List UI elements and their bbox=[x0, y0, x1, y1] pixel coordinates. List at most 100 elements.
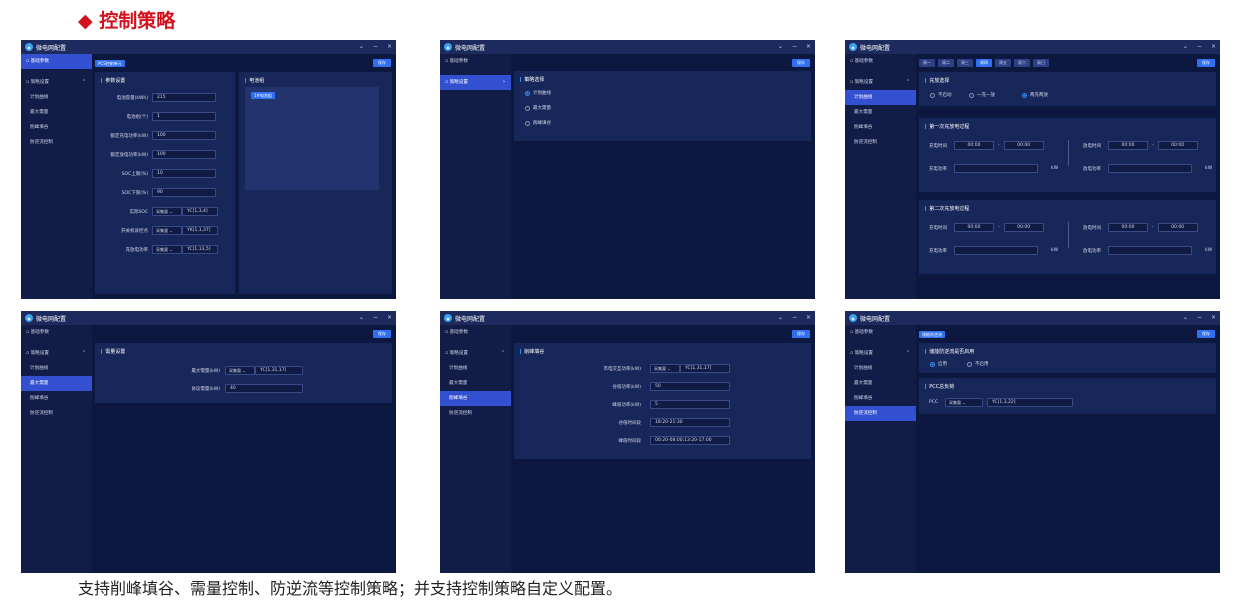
close-icon[interactable]: × bbox=[806, 314, 811, 322]
peak-power-input[interactable]: 5 bbox=[650, 400, 730, 409]
charge-power-input[interactable] bbox=[954, 164, 1038, 173]
tab-mon[interactable]: 周一 bbox=[919, 59, 935, 67]
battery-count-input[interactable]: 1 bbox=[152, 112, 216, 121]
source-select[interactable]: 采集量 ⌄ bbox=[152, 245, 182, 254]
sidebar-item-basic[interactable]: ▫ 基础参数 bbox=[845, 325, 916, 340]
valley-period-input[interactable]: 18:20-21:30 bbox=[650, 418, 730, 427]
sidebar-item-anti[interactable]: 防逆流控制 bbox=[845, 406, 916, 421]
minimize-icon[interactable]: − bbox=[792, 43, 797, 51]
discharge-power-input[interactable] bbox=[1108, 246, 1192, 255]
minimize-icon[interactable]: − bbox=[1197, 43, 1202, 51]
sidebar-item-strategy[interactable]: ▫ 策略设置 ⌃ bbox=[845, 75, 916, 90]
soc-upper-input[interactable]: 10 bbox=[152, 169, 216, 178]
source-select[interactable]: 采集量 ⌄ bbox=[225, 366, 255, 375]
switch-point-input[interactable]: YK[1,1,37] bbox=[182, 226, 218, 235]
radio-enable[interactable]: 启用 bbox=[930, 361, 947, 367]
close-icon[interactable]: × bbox=[806, 43, 811, 51]
charge-end-input[interactable]: 00:00 bbox=[1003, 141, 1044, 150]
discharge-start-input[interactable]: 00:00 bbox=[1108, 223, 1148, 232]
radio-plan[interactable]: 计划曲线 bbox=[525, 90, 551, 96]
sidebar-item-plan[interactable]: 计划曲线 bbox=[440, 361, 511, 376]
charge-power-input[interactable] bbox=[954, 246, 1038, 255]
rated-charge-input[interactable]: 100 bbox=[152, 131, 216, 140]
source-select[interactable]: 采集量 ⌄ bbox=[152, 226, 182, 235]
sidebar-item-anti[interactable]: 防逆流控制 bbox=[845, 135, 916, 150]
save-button[interactable]: 保存 bbox=[373, 330, 391, 338]
collapse-icon[interactable]: ⌄ bbox=[359, 43, 364, 51]
minimize-icon[interactable]: − bbox=[373, 43, 378, 51]
sidebar-item-basic[interactable]: ▫ 基础参数 bbox=[440, 54, 511, 69]
sidebar-item-demand[interactable]: 最大需量 bbox=[440, 376, 511, 391]
sidebar-item-strategy[interactable]: ▫ 策略设置 ⌃ bbox=[21, 346, 92, 361]
collapse-icon[interactable]: ⌄ bbox=[1183, 314, 1188, 322]
tab-tue[interactable]: 周二 bbox=[938, 59, 954, 67]
sidebar-item-strategy[interactable]: ▫ 策略设置 ⌃ bbox=[21, 75, 92, 90]
anti-reverse-tab[interactable]: 储能防逆流 bbox=[919, 331, 945, 338]
sidebar-item-basic[interactable]: ▫ 基础参数 bbox=[21, 325, 92, 340]
soc-lower-input[interactable]: 90 bbox=[152, 188, 216, 197]
save-button[interactable]: 保存 bbox=[1197, 330, 1215, 338]
pcs-unit-tab[interactable]: PCS控制单元 bbox=[95, 60, 125, 67]
sidebar-item-peak[interactable]: 削峰填谷 bbox=[440, 391, 511, 406]
sidebar-item-demand[interactable]: 最大需量 bbox=[21, 105, 92, 120]
tab-sat[interactable]: 周六 bbox=[1014, 59, 1030, 67]
radio-disable[interactable]: 不启用 bbox=[967, 361, 989, 367]
sidebar-item-basic[interactable]: ▫ 基础参数 bbox=[845, 54, 916, 69]
save-button[interactable]: 保存 bbox=[373, 59, 391, 67]
capacity-input[interactable]: 215 bbox=[152, 93, 216, 102]
discharge-end-input[interactable]: 00:00 bbox=[1157, 141, 1198, 150]
collapse-icon[interactable]: ⌄ bbox=[778, 314, 783, 322]
sidebar-item-peak[interactable]: 削峰填谷 bbox=[845, 391, 916, 406]
max-demand-input[interactable]: YC[1,31,17] bbox=[255, 366, 303, 375]
tab-thu[interactable]: 周四 bbox=[976, 59, 992, 67]
sidebar-item-strategy[interactable]: ▫ 策略设置 › bbox=[440, 75, 511, 90]
grid-power-input[interactable]: YC[1,31,17] bbox=[680, 364, 730, 373]
discharge-end-input[interactable]: 00:00 bbox=[1157, 223, 1198, 232]
rated-discharge-input[interactable]: 100 bbox=[152, 150, 216, 159]
minimize-icon[interactable]: − bbox=[1197, 314, 1202, 322]
radio-off[interactable]: 不启动 bbox=[930, 92, 952, 98]
tab-sun[interactable]: 周日 bbox=[1033, 59, 1049, 67]
sidebar-item-anti[interactable]: 防逆流控制 bbox=[440, 406, 511, 421]
sidebar-item-strategy[interactable]: ▫ 策略设置 ⌃ bbox=[845, 346, 916, 361]
minimize-icon[interactable]: − bbox=[792, 314, 797, 322]
tab-wed[interactable]: 周三 bbox=[957, 59, 973, 67]
sidebar-item-basic[interactable]: ▫ 基础参数 bbox=[21, 54, 92, 69]
sidebar-item-peak[interactable]: 削峰填谷 bbox=[845, 120, 916, 135]
sidebar-item-strategy[interactable]: ▫ 策略设置 ⌃ bbox=[440, 346, 511, 361]
valley-power-input[interactable]: 50 bbox=[650, 382, 730, 391]
save-button[interactable]: 保存 bbox=[1197, 59, 1215, 67]
save-button[interactable]: 保存 bbox=[792, 330, 810, 338]
close-icon[interactable]: × bbox=[1211, 43, 1216, 51]
close-icon[interactable]: × bbox=[387, 314, 392, 322]
collapse-icon[interactable]: ⌄ bbox=[359, 314, 364, 322]
collapse-icon[interactable]: ⌄ bbox=[778, 43, 783, 51]
sidebar-item-plan[interactable]: 计划曲线 bbox=[21, 90, 92, 105]
charge-start-input[interactable]: 00:00 bbox=[954, 223, 994, 232]
sidebar-item-basic[interactable]: ▫ 基础参数 bbox=[440, 325, 511, 340]
battery-tag[interactable]: 1#电池组 bbox=[251, 92, 275, 99]
radio-once[interactable]: 一充一放 bbox=[969, 92, 995, 98]
tab-fri[interactable]: 周五 bbox=[995, 59, 1011, 67]
collapse-icon[interactable]: ⌄ bbox=[1183, 43, 1188, 51]
radio-demand[interactable]: 最大需量 bbox=[525, 105, 551, 111]
discharge-power-input[interactable] bbox=[1108, 164, 1192, 173]
charge-start-input[interactable]: 00:00 bbox=[954, 141, 994, 150]
sidebar-item-plan[interactable]: 计划曲线 bbox=[845, 90, 916, 105]
discharge-start-input[interactable]: 00:00 bbox=[1108, 141, 1148, 150]
close-icon[interactable]: × bbox=[1211, 314, 1216, 322]
sidebar-item-demand[interactable]: 最大需量 bbox=[845, 376, 916, 391]
save-button[interactable]: 保存 bbox=[792, 59, 810, 67]
sidebar-item-peak[interactable]: 削峰填谷 bbox=[21, 391, 92, 406]
source-select[interactable]: 采集量 ⌄ bbox=[650, 364, 680, 373]
close-icon[interactable]: × bbox=[387, 43, 392, 51]
pcc-point-input[interactable]: YC[1,3,22] bbox=[987, 398, 1073, 407]
radio-twice[interactable]: 两充两放 bbox=[1022, 92, 1048, 98]
radio-peak[interactable]: 削峰填谷 bbox=[525, 120, 551, 126]
sidebar-item-peak[interactable]: 削峰填谷 bbox=[21, 120, 92, 135]
sidebar-item-plan[interactable]: 计划曲线 bbox=[21, 361, 92, 376]
charge-end-input[interactable]: 00:00 bbox=[1003, 223, 1044, 232]
soc-point-input[interactable]: YC[1,3,4] bbox=[182, 207, 218, 216]
minimize-icon[interactable]: − bbox=[373, 314, 378, 322]
contract-demand-input[interactable]: 40 bbox=[225, 384, 303, 393]
